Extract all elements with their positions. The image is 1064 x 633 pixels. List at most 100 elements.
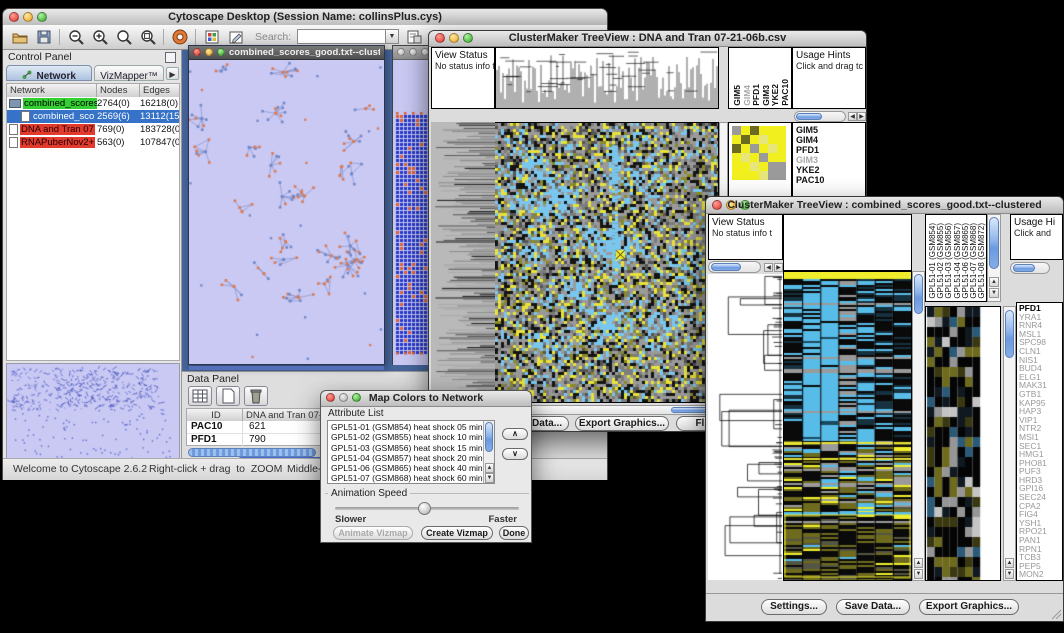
thumbnail-matrix-cell[interactable] bbox=[777, 126, 786, 135]
scroll-down-button[interactable]: ▼ bbox=[485, 473, 494, 483]
tv2-collabels-vscrollbar[interactable]: ▲ ▼ bbox=[987, 214, 1001, 302]
thumbnail-matrix-cell[interactable] bbox=[732, 144, 741, 153]
thumbnail-matrix-cell[interactable] bbox=[759, 126, 768, 135]
animate-vizmap-button[interactable]: Animate Vizmap bbox=[333, 526, 413, 540]
tv2-gene-label[interactable]: PHO81 bbox=[1019, 459, 1062, 468]
scroll-right-button[interactable]: ▶ bbox=[857, 112, 866, 121]
zoom-fit-icon[interactable] bbox=[139, 28, 157, 46]
tv2-sub-heatmap-panel[interactable] bbox=[925, 306, 1001, 581]
table-mode-button[interactable] bbox=[188, 386, 212, 406]
close-icon[interactable] bbox=[397, 48, 405, 56]
scroll-down-button[interactable]: ▼ bbox=[989, 288, 999, 298]
tv2-gene-label[interactable]: SEC1 bbox=[1019, 442, 1062, 451]
close-icon[interactable] bbox=[193, 48, 201, 56]
tv2-sub-heatmap-canvas[interactable] bbox=[926, 307, 1000, 580]
thumbnail-matrix-cell[interactable] bbox=[777, 135, 786, 144]
thumbnail-matrix-cell[interactable] bbox=[759, 153, 768, 162]
tv2-gene-label[interactable]: CPA2 bbox=[1019, 502, 1062, 511]
tv2-gene-label[interactable]: ELG1 bbox=[1019, 373, 1062, 382]
main-titlebar[interactable]: Cytoscape Desktop (Session Name: collins… bbox=[3, 9, 607, 26]
tv2-gene-label[interactable]: NTR2 bbox=[1019, 424, 1062, 433]
move-up-button[interactable]: ∧ bbox=[502, 428, 528, 440]
thumbnail-matrix-cell[interactable] bbox=[777, 144, 786, 153]
tv2-settings-button[interactable]: Settings... bbox=[761, 599, 827, 615]
tv2-gene-label[interactable]: RPN1 bbox=[1019, 545, 1062, 554]
search-dropdown-button[interactable]: ▼ bbox=[385, 29, 399, 44]
search-input[interactable] bbox=[297, 29, 389, 44]
tv2-gene-label[interactable]: RPO21 bbox=[1019, 527, 1062, 536]
tv2-gene-label[interactable]: MSL1 bbox=[1019, 330, 1062, 339]
thumbnail-matrix-cell[interactable] bbox=[768, 171, 777, 180]
tv2-gene-label[interactable]: TCB3 bbox=[1019, 553, 1062, 562]
attribute-list-item[interactable]: GPL51-03 (GSM856) heat shock 15 min bbox=[331, 443, 494, 453]
thumbnail-matrix-cell[interactable] bbox=[777, 162, 786, 171]
tv2-gene-label[interactable]: MON2 bbox=[1019, 570, 1062, 579]
scroll-thumb[interactable] bbox=[796, 113, 822, 120]
tv2-export-graphics-button[interactable]: Export Graphics... bbox=[919, 599, 1019, 615]
attribute-list-item[interactable]: GPL51-07 (GSM868) heat shock 60 min bbox=[331, 473, 494, 483]
thumbnail-matrix-cell[interactable] bbox=[750, 126, 759, 135]
zoom-in-icon[interactable] bbox=[91, 28, 109, 46]
done-button[interactable]: Done bbox=[499, 526, 529, 540]
move-down-button[interactable]: ∨ bbox=[502, 448, 528, 460]
tv2-save-data-button[interactable]: Save Data... bbox=[836, 599, 910, 615]
tv2-gene-label[interactable]: BUD4 bbox=[1019, 364, 1062, 373]
tv2-genes-vscrollbar[interactable]: ▲ ▼ bbox=[1003, 306, 1016, 581]
scroll-up-button[interactable]: ▲ bbox=[1005, 558, 1014, 568]
network-view-canvas-1[interactable] bbox=[189, 60, 384, 361]
delete-attribute-button[interactable] bbox=[244, 386, 268, 406]
thumbnail-matrix-cell[interactable] bbox=[741, 144, 750, 153]
tv1-gene-label[interactable]: PFD1 bbox=[796, 145, 865, 155]
tv2-gene-label[interactable]: HMG1 bbox=[1019, 450, 1062, 459]
new-attribute-button[interactable] bbox=[216, 386, 240, 406]
scroll-thumb[interactable] bbox=[1013, 264, 1035, 272]
thumbnail-matrix-cell[interactable] bbox=[768, 144, 777, 153]
tv2-gene-label[interactable]: HRD3 bbox=[1019, 476, 1062, 485]
tv2-gene-label[interactable]: GTB1 bbox=[1019, 390, 1062, 399]
thumbnail-matrix-cell[interactable] bbox=[768, 135, 777, 144]
attribute-list-vscrollbar[interactable]: ▲ ▼ bbox=[483, 421, 494, 483]
scroll-right-button[interactable]: ▶ bbox=[774, 263, 783, 272]
network-table-row[interactable]: DNA and Tran 07769(0)183728(0) bbox=[7, 123, 179, 136]
thumbnail-matrix-cell[interactable] bbox=[750, 153, 759, 162]
tv2-gene-label[interactable]: MAK31 bbox=[1019, 381, 1062, 390]
tv1-column-dendrogram-panel[interactable] bbox=[495, 47, 719, 109]
tv1-gene-label[interactable]: GIM4 bbox=[796, 135, 865, 145]
tv1-export-graphics-button[interactable]: Export Graphics... bbox=[575, 416, 669, 431]
tv2-heatmap-canvas[interactable] bbox=[784, 272, 911, 580]
scroll-thumb[interactable] bbox=[711, 263, 741, 271]
thumbnail-matrix-cell[interactable] bbox=[732, 135, 741, 144]
thumbnail-matrix-cell[interactable] bbox=[741, 171, 750, 180]
annotation-icon[interactable] bbox=[227, 28, 245, 46]
tv1-gene-label[interactable]: YKE2 bbox=[796, 165, 865, 175]
tv1-hints-hscrollbar[interactable] bbox=[794, 111, 846, 122]
resize-grip[interactable] bbox=[1050, 608, 1062, 620]
treeview2-titlebar[interactable]: ClusterMaker TreeView : combined_scores_… bbox=[706, 197, 1063, 214]
scroll-thumb[interactable] bbox=[914, 274, 923, 314]
zoom-actual-icon[interactable] bbox=[115, 28, 133, 46]
thumbnail-matrix-cell[interactable] bbox=[732, 171, 741, 180]
thumbnail-matrix-cell[interactable] bbox=[759, 162, 768, 171]
tv2-gene-label[interactable]: VIP1 bbox=[1019, 416, 1062, 425]
tv1-heatmap-canvas[interactable] bbox=[495, 123, 718, 402]
scroll-left-button[interactable]: ◀ bbox=[764, 263, 773, 272]
tv1-column-dendrogram-canvas[interactable] bbox=[496, 48, 718, 108]
thumbnail-matrix-cell[interactable] bbox=[741, 126, 750, 135]
tv2-status-hscrollbar[interactable] bbox=[708, 261, 761, 273]
scroll-thumb[interactable] bbox=[1005, 310, 1014, 358]
thumbnail-matrix-cell[interactable] bbox=[759, 144, 768, 153]
attribute-listbox[interactable]: GPL51-01 (GSM854) heat shock 05 minGPL51… bbox=[327, 420, 495, 484]
scroll-up-button[interactable]: ▲ bbox=[989, 277, 999, 287]
thumbnail-matrix-cell[interactable] bbox=[768, 153, 777, 162]
thumbnail-matrix-cell[interactable] bbox=[759, 171, 768, 180]
thumbnail-matrix-cell[interactable] bbox=[768, 162, 777, 171]
data-panel-hscrollbar[interactable] bbox=[188, 448, 316, 457]
tv1-gene-label[interactable]: GIM5 bbox=[796, 125, 865, 135]
tv2-row-dendrogram-canvas[interactable] bbox=[708, 274, 783, 580]
thumbnail-matrix-cell[interactable] bbox=[741, 153, 750, 162]
scroll-down-button[interactable]: ▼ bbox=[1005, 569, 1014, 579]
speed-slider-thumb[interactable] bbox=[418, 502, 431, 515]
tv1-column-labels-panel[interactable]: GIM5GIM4PFD1GIM3YKE2PAC10 bbox=[728, 47, 792, 109]
scroll-up-button[interactable]: ▲ bbox=[914, 558, 923, 568]
tv2-column-label[interactable]: GPL51-08 (GSM872) bbox=[977, 223, 986, 299]
